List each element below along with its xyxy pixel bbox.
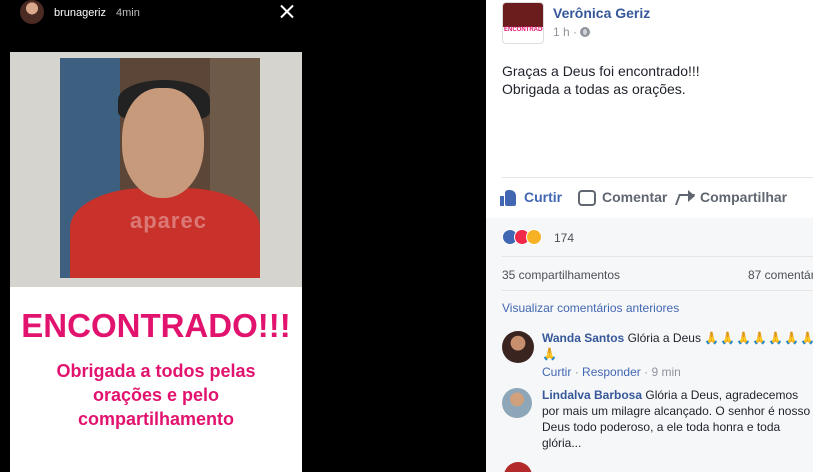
wow-reaction-icon (526, 229, 542, 245)
comment-time: 9 min (651, 365, 681, 379)
avatar-photo (503, 3, 543, 27)
story-time: 4min (116, 7, 140, 19)
commenter-avatar[interactable] (502, 331, 534, 363)
comment: Wanda Santos Glória a Deus 🙏🙏🙏🙏🙏🙏🙏🙏 (542, 330, 813, 362)
globe-icon (580, 27, 590, 37)
page-name[interactable]: Verônica Geriz (553, 5, 650, 21)
story-headline: ENCONTRADO!!! (21, 307, 291, 344)
story-username[interactable]: brunageriz (54, 7, 106, 19)
post-text: Graças a Deus foi encontrado!!! Obrigada… (502, 62, 802, 98)
story-viewer: brunageriz 4min aparec ENCONTRADO!!! Obr… (0, 0, 302, 472)
comment-text: Glória a Deus (627, 331, 701, 345)
facebook-post: ENCONTRADO Verônica Geriz 1 h · Graças a… (486, 0, 813, 472)
page-avatar[interactable]: ENCONTRADO (502, 2, 544, 44)
story-header: brunageriz 4min (0, 0, 302, 50)
reaction-count[interactable]: 174 (554, 231, 574, 245)
page-gap (302, 0, 486, 472)
divider (502, 256, 813, 257)
share-label: Compartilhar (700, 189, 788, 205)
comment-label: Comentar (602, 189, 668, 205)
close-icon[interactable] (279, 4, 295, 20)
divider (502, 290, 813, 291)
avatar-label: ENCONTRADO (504, 27, 544, 33)
story-subtext: Obrigada a todos pelas orações e pelo co… (56, 361, 256, 429)
comment-actions: Curtir · Responder · 9 min (542, 365, 681, 379)
comments-count[interactable]: 87 comentários (748, 268, 813, 282)
story-photo: aparec (10, 52, 302, 287)
comment-author[interactable]: Lindalva Barbosa (542, 388, 642, 402)
shares-count[interactable]: 35 compartilhamentos (502, 268, 620, 282)
missing-person-photo: aparec (60, 58, 260, 278)
post-text-line: Graças a Deus foi encontrado!!! (502, 63, 700, 79)
post-text-line: Obrigada a todas as orações. (502, 81, 686, 97)
comment-icon (578, 190, 596, 206)
thumbs-up-icon (500, 190, 518, 206)
share-icon (676, 190, 695, 206)
post-time[interactable]: 1 h · (553, 25, 577, 39)
story-text-card: ENCONTRADO!!! Obrigada a todos pelas ora… (10, 287, 302, 472)
story-avatar[interactable] (20, 0, 44, 24)
commenter-avatar[interactable] (502, 388, 532, 418)
comment-reply-link[interactable]: Responder (582, 365, 641, 379)
photo-face (122, 88, 204, 198)
comment: Lindalva Barbosa Glória a Deus, agradece… (542, 387, 813, 451)
commenter-avatar[interactable] (504, 462, 532, 472)
comment-like-link[interactable]: Curtir (542, 365, 571, 379)
photo-watermark: aparec (130, 208, 207, 233)
post-footer: 174 35 compartilhamentos 87 comentários … (486, 218, 813, 472)
separator: · (574, 365, 583, 379)
divider (502, 177, 813, 178)
like-label: Curtir (524, 189, 563, 205)
view-previous-comments[interactable]: Visualizar comentários anteriores (502, 301, 679, 315)
comment-author[interactable]: Wanda Santos (542, 331, 624, 345)
